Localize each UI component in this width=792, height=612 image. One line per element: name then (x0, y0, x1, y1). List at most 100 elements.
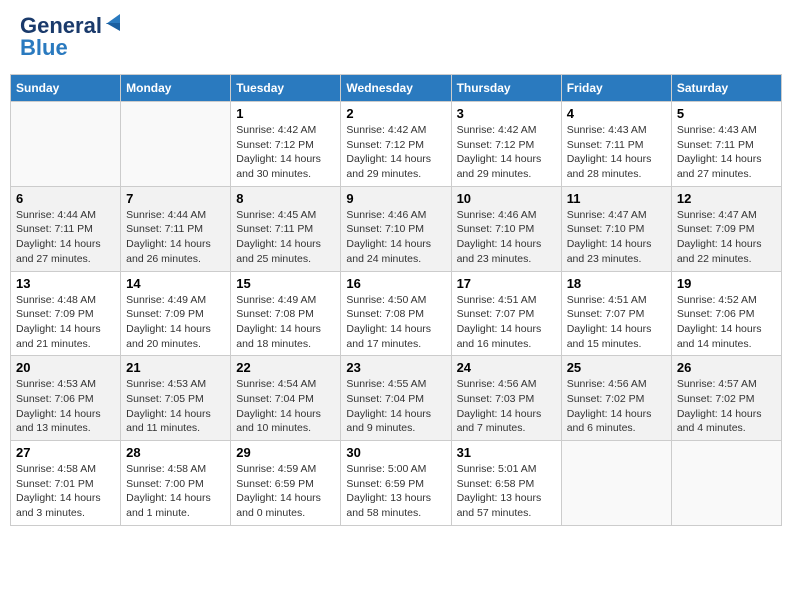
day-number: 15 (236, 276, 335, 291)
day-number: 13 (16, 276, 115, 291)
day-number: 7 (126, 191, 225, 206)
day-number: 29 (236, 445, 335, 460)
day-info: Sunrise: 4:44 AM Sunset: 7:11 PM Dayligh… (16, 208, 115, 267)
day-number: 12 (677, 191, 776, 206)
day-number: 2 (346, 106, 445, 121)
calendar-cell: 21 Sunrise: 4:53 AM Sunset: 7:05 PM Dayli… (121, 356, 231, 441)
day-info: Sunrise: 4:56 AM Sunset: 7:02 PM Dayligh… (567, 377, 666, 436)
calendar-cell: 13 Sunrise: 4:48 AM Sunset: 7:09 PM Dayli… (11, 271, 121, 356)
day-number: 23 (346, 360, 445, 375)
day-number: 10 (457, 191, 556, 206)
day-info: Sunrise: 4:46 AM Sunset: 7:10 PM Dayligh… (457, 208, 556, 267)
calendar-cell: 4 Sunrise: 4:43 AM Sunset: 7:11 PM Daylig… (561, 102, 671, 187)
calendar-week-row: 1 Sunrise: 4:42 AM Sunset: 7:12 PM Daylig… (11, 102, 782, 187)
calendar-cell (671, 441, 781, 526)
calendar-cell: 14Sunrise: 4:49 AM Sunset: 7:09 PM Dayli… (121, 271, 231, 356)
calendar-cell: 28Sunrise: 4:58 AM Sunset: 7:00 PM Dayli… (121, 441, 231, 526)
calendar-cell: 19 Sunrise: 4:52 AM Sunset: 7:06 PM Dayli… (671, 271, 781, 356)
day-number: 4 (567, 106, 666, 121)
day-info: Sunrise: 4:55 AM Sunset: 7:04 PM Dayligh… (346, 377, 445, 436)
calendar-cell: 23 Sunrise: 4:55 AM Sunset: 7:04 PM Dayli… (341, 356, 451, 441)
day-info: Sunrise: 4:51 AM Sunset: 7:07 PM Dayligh… (457, 293, 556, 352)
day-number: 8 (236, 191, 335, 206)
day-number: 31 (457, 445, 556, 460)
day-number: 20 (16, 360, 115, 375)
calendar-cell: 9 Sunrise: 4:46 AM Sunset: 7:10 PM Daylig… (341, 186, 451, 271)
day-number: 6 (16, 191, 115, 206)
page-header: General Blue (10, 10, 782, 64)
calendar-cell: 2 Sunrise: 4:42 AM Sunset: 7:12 PM Daylig… (341, 102, 451, 187)
day-info: Sunrise: 4:42 AM Sunset: 7:12 PM Dayligh… (346, 123, 445, 182)
day-number: 3 (457, 106, 556, 121)
day-number: 30 (346, 445, 445, 460)
day-info: Sunrise: 4:57 AM Sunset: 7:02 PM Dayligh… (677, 377, 776, 436)
calendar-cell: 18Sunrise: 4:51 AM Sunset: 7:07 PM Dayli… (561, 271, 671, 356)
weekday-header: Tuesday (231, 75, 341, 102)
day-number: 17 (457, 276, 556, 291)
calendar-cell: 31 Sunrise: 5:01 AM Sunset: 6:58 PM Dayli… (451, 441, 561, 526)
weekday-header: Friday (561, 75, 671, 102)
calendar-cell: 29 Sunrise: 4:59 AM Sunset: 6:59 PM Dayli… (231, 441, 341, 526)
calendar-cell: 12 Sunrise: 4:47 AM Sunset: 7:09 PM Dayli… (671, 186, 781, 271)
calendar-cell (561, 441, 671, 526)
day-info: Sunrise: 4:43 AM Sunset: 7:11 PM Dayligh… (567, 123, 666, 182)
day-info: Sunrise: 4:46 AM Sunset: 7:10 PM Dayligh… (346, 208, 445, 267)
day-number: 14 (126, 276, 225, 291)
weekday-header: Thursday (451, 75, 561, 102)
logo: General Blue (20, 15, 120, 59)
day-info: Sunrise: 4:44 AM Sunset: 7:11 PM Dayligh… (126, 208, 225, 267)
logo-blue-text: Blue (20, 37, 68, 59)
day-info: Sunrise: 4:47 AM Sunset: 7:09 PM Dayligh… (677, 208, 776, 267)
day-info: Sunrise: 5:00 AM Sunset: 6:59 PM Dayligh… (346, 462, 445, 521)
day-number: 11 (567, 191, 666, 206)
day-number: 16 (346, 276, 445, 291)
weekday-header: Monday (121, 75, 231, 102)
calendar-week-row: 6 Sunrise: 4:44 AM Sunset: 7:11 PM Daylig… (11, 186, 782, 271)
day-info: Sunrise: 4:48 AM Sunset: 7:09 PM Dayligh… (16, 293, 115, 352)
calendar-cell (11, 102, 121, 187)
calendar-cell: 15 Sunrise: 4:49 AM Sunset: 7:08 PM Dayli… (231, 271, 341, 356)
calendar-cell: 5Sunrise: 4:43 AM Sunset: 7:11 PM Daylig… (671, 102, 781, 187)
calendar-cell: 24Sunrise: 4:56 AM Sunset: 7:03 PM Dayli… (451, 356, 561, 441)
calendar-week-row: 20Sunrise: 4:53 AM Sunset: 7:06 PM Dayli… (11, 356, 782, 441)
day-info: Sunrise: 4:52 AM Sunset: 7:06 PM Dayligh… (677, 293, 776, 352)
calendar-cell: 6 Sunrise: 4:44 AM Sunset: 7:11 PM Daylig… (11, 186, 121, 271)
day-info: Sunrise: 4:58 AM Sunset: 7:01 PM Dayligh… (16, 462, 115, 521)
calendar-cell: 10 Sunrise: 4:46 AM Sunset: 7:10 PM Dayli… (451, 186, 561, 271)
weekday-header: Sunday (11, 75, 121, 102)
calendar-cell: 20Sunrise: 4:53 AM Sunset: 7:06 PM Dayli… (11, 356, 121, 441)
day-info: Sunrise: 4:49 AM Sunset: 7:08 PM Dayligh… (236, 293, 335, 352)
day-info: Sunrise: 4:53 AM Sunset: 7:05 PM Dayligh… (126, 377, 225, 436)
day-info: Sunrise: 4:43 AM Sunset: 7:11 PM Dayligh… (677, 123, 776, 182)
calendar-cell: 30 Sunrise: 5:00 AM Sunset: 6:59 PM Dayli… (341, 441, 451, 526)
calendar-cell: 8 Sunrise: 4:45 AM Sunset: 7:11 PM Daylig… (231, 186, 341, 271)
weekday-header: Wednesday (341, 75, 451, 102)
calendar-cell: 7 Sunrise: 4:44 AM Sunset: 7:11 PM Daylig… (121, 186, 231, 271)
calendar-cell: 11 Sunrise: 4:47 AM Sunset: 7:10 PM Dayli… (561, 186, 671, 271)
calendar-cell: 26 Sunrise: 4:57 AM Sunset: 7:02 PM Dayli… (671, 356, 781, 441)
day-info: Sunrise: 4:54 AM Sunset: 7:04 PM Dayligh… (236, 377, 335, 436)
day-info: Sunrise: 4:50 AM Sunset: 7:08 PM Dayligh… (346, 293, 445, 352)
day-number: 24 (457, 360, 556, 375)
day-info: Sunrise: 4:59 AM Sunset: 6:59 PM Dayligh… (236, 462, 335, 521)
logo-text: General (20, 15, 102, 37)
calendar-cell: 22 Sunrise: 4:54 AM Sunset: 7:04 PM Dayli… (231, 356, 341, 441)
day-info: Sunrise: 5:01 AM Sunset: 6:58 PM Dayligh… (457, 462, 556, 521)
calendar-cell: 17 Sunrise: 4:51 AM Sunset: 7:07 PM Dayli… (451, 271, 561, 356)
day-number: 9 (346, 191, 445, 206)
day-info: Sunrise: 4:58 AM Sunset: 7:00 PM Dayligh… (126, 462, 225, 521)
day-number: 19 (677, 276, 776, 291)
day-number: 27 (16, 445, 115, 460)
day-number: 22 (236, 360, 335, 375)
calendar-cell: 16 Sunrise: 4:50 AM Sunset: 7:08 PM Dayli… (341, 271, 451, 356)
calendar-table: SundayMondayTuesdayWednesdayThursdayFrid… (10, 74, 782, 526)
day-number: 1 (236, 106, 335, 121)
day-number: 21 (126, 360, 225, 375)
calendar-header-row: SundayMondayTuesdayWednesdayThursdayFrid… (11, 75, 782, 102)
day-number: 18 (567, 276, 666, 291)
day-info: Sunrise: 4:47 AM Sunset: 7:10 PM Dayligh… (567, 208, 666, 267)
calendar-week-row: 13 Sunrise: 4:48 AM Sunset: 7:09 PM Dayli… (11, 271, 782, 356)
day-info: Sunrise: 4:42 AM Sunset: 7:12 PM Dayligh… (236, 123, 335, 182)
day-number: 26 (677, 360, 776, 375)
day-info: Sunrise: 4:45 AM Sunset: 7:11 PM Dayligh… (236, 208, 335, 267)
